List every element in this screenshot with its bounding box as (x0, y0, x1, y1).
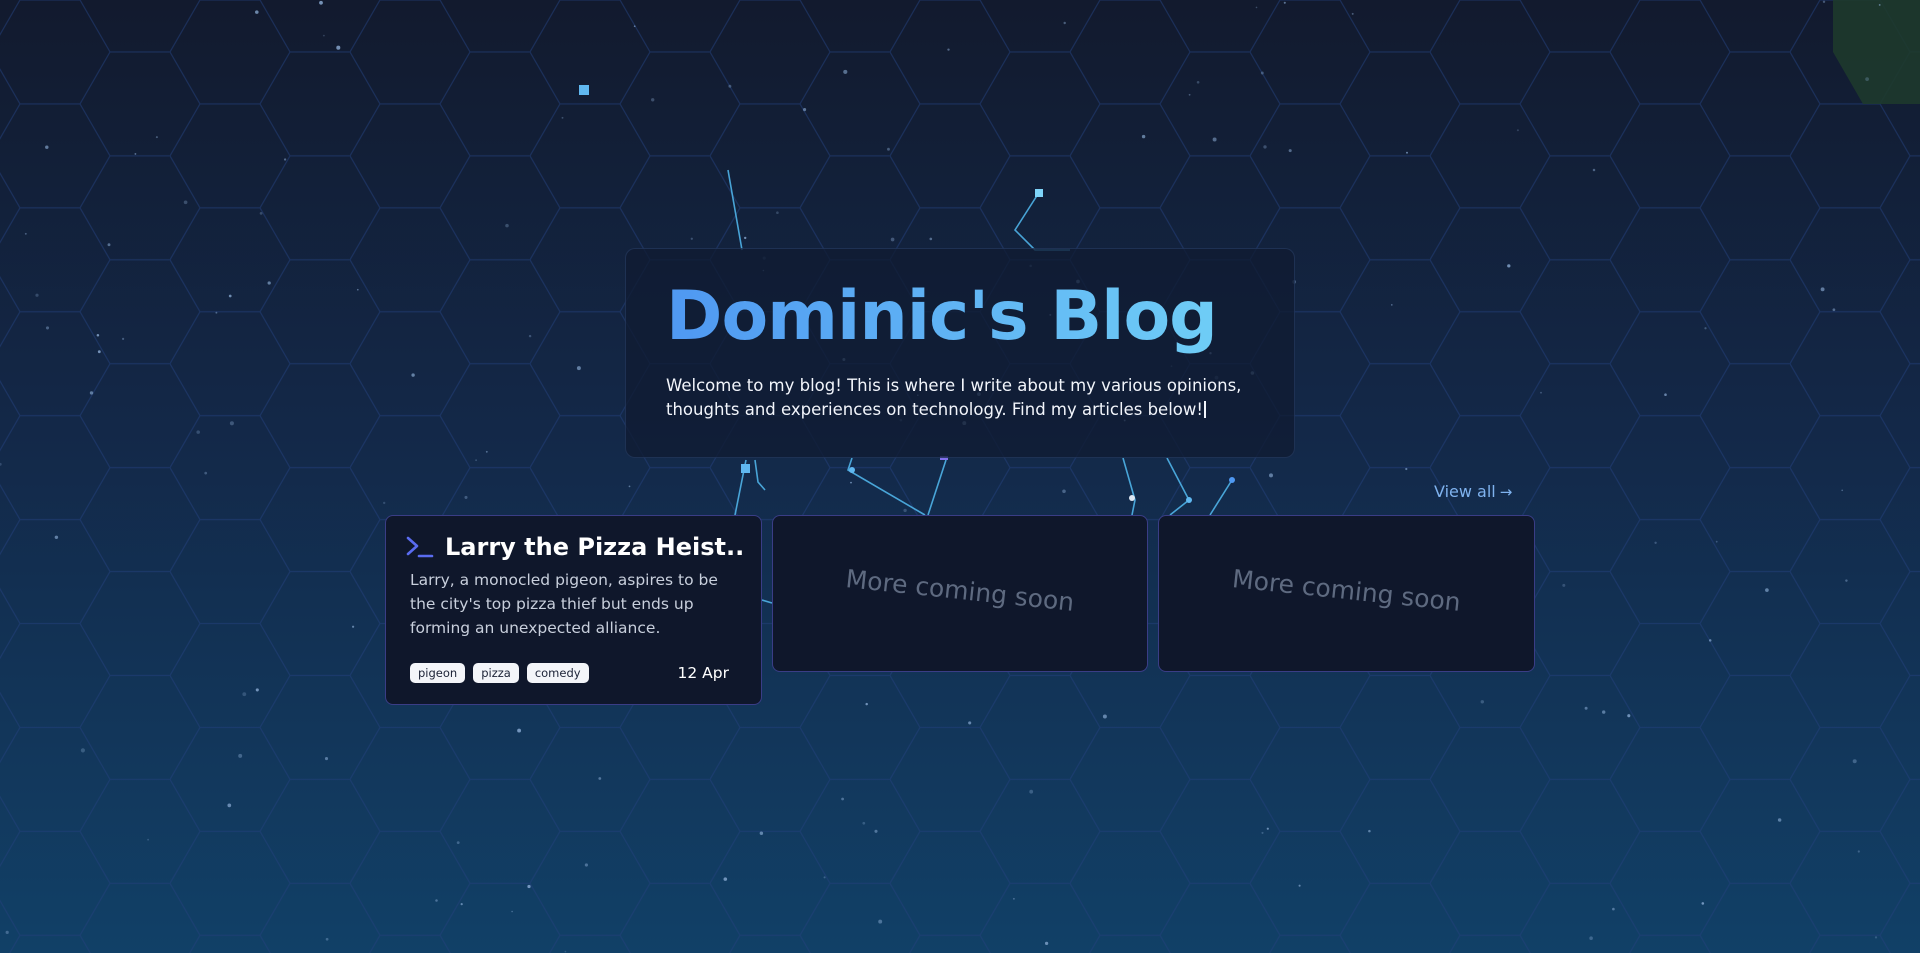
article-card[interactable]: Larry the Pizza Heist... Larry, a monocl… (385, 515, 762, 705)
hero-panel: Dominic's Blog Welcome to my blog! This … (625, 248, 1295, 458)
arrow-right-icon: → (1499, 483, 1513, 501)
view-all-link[interactable]: View all → (1434, 482, 1512, 501)
tag-pigeon[interactable]: pigeon (410, 663, 466, 683)
tag-comedy[interactable]: comedy (526, 663, 589, 683)
typing-caret (1204, 401, 1206, 418)
page-title: Dominic's Blog (666, 277, 1218, 356)
hero-description-text: Welcome to my blog! This is where I writ… (666, 376, 1242, 419)
coming-soon-card: More coming soon (1158, 515, 1535, 672)
coming-soon-text: More coming soon (844, 564, 1076, 617)
article-summary: Larry, a monocled pigeon, aspires to be … (410, 571, 718, 637)
article-title[interactable]: Larry the Pizza Heist... (445, 531, 745, 563)
network-lines-decoration (579, 85, 1235, 604)
view-all-label: View all (1434, 482, 1496, 501)
article-date: 12 Apr (677, 664, 729, 682)
tag-pizza[interactable]: pizza (473, 663, 519, 683)
coming-soon-text: More coming soon (1230, 564, 1463, 617)
hero-description: Welcome to my blog! This is where I writ… (666, 374, 1266, 422)
coming-soon-card: More coming soon (772, 515, 1148, 672)
article-tags: pigeon pizza comedy (410, 663, 589, 683)
terminal-prompt-icon (406, 536, 434, 558)
